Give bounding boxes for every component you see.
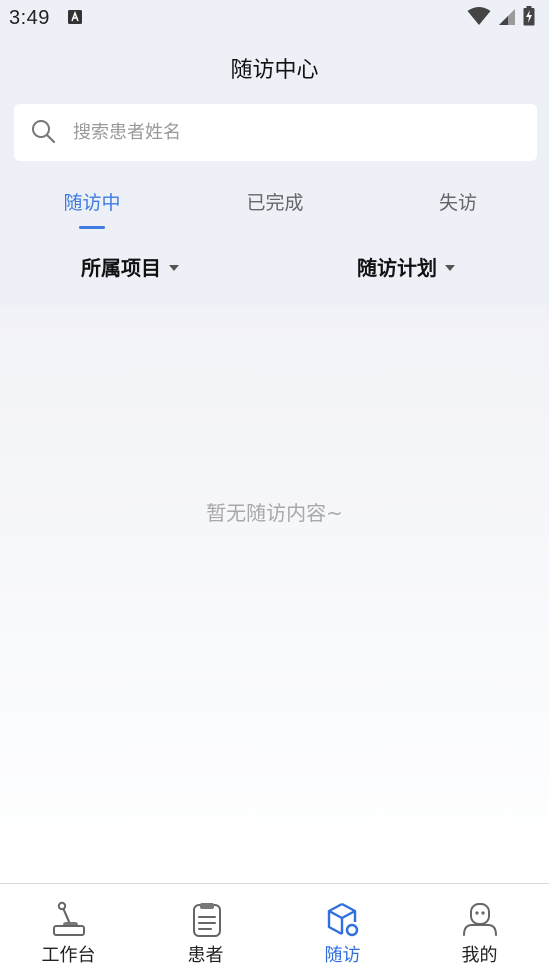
status-left: 3:49 — [9, 7, 82, 30]
caret-down-icon — [445, 264, 455, 271]
project-filter-dropdown[interactable]: 所属项目 — [81, 252, 179, 281]
caret-down-icon — [169, 264, 179, 271]
nav-item-mine[interactable]: 我的 — [411, 884, 548, 976]
empty-state-message: 暂无随访内容~ — [206, 501, 343, 525]
joystick-icon — [49, 900, 89, 940]
search-bar[interactable] — [14, 104, 537, 161]
nav-item-patients[interactable]: 患者 — [137, 884, 274, 976]
clipboard-icon — [186, 900, 226, 940]
filter-bar: 所属项目 随访计划 — [0, 252, 549, 286]
search-icon — [31, 119, 56, 147]
nav-label: 患者 — [187, 945, 224, 966]
follow-up-center-page: 3:49 随访中心 搜索患者姓名 随访中 已完成 失访 所属项目 随访计划 暂无… — [0, 0, 549, 976]
search-input[interactable] — [71, 121, 475, 144]
bottom-navigation: 工作台 患者 随访 我的 — [0, 883, 549, 976]
cube-icon — [323, 900, 363, 940]
tab-label: 失访 — [438, 192, 477, 214]
nav-item-workbench[interactable]: 工作台 — [0, 884, 137, 976]
signal-icon — [497, 6, 517, 30]
page-title: 随访中心 — [230, 58, 319, 83]
filter-label: 随访计划 — [357, 256, 437, 280]
nav-label: 随访 — [324, 945, 361, 966]
tab-label: 已完成 — [246, 192, 304, 214]
profile-icon — [460, 900, 500, 940]
wifi-icon — [467, 6, 491, 30]
tab-completed[interactable]: 已完成 — [215, 188, 335, 215]
tab-in-progress[interactable]: 随访中 — [32, 188, 152, 229]
tab-lost-follow-up[interactable]: 失访 — [398, 188, 518, 215]
nav-item-follow-up[interactable]: 随访 — [274, 884, 411, 976]
battery-charging-icon — [523, 6, 535, 30]
status-right — [467, 6, 535, 30]
nav-label: 我的 — [461, 945, 498, 966]
filter-label: 所属项目 — [81, 256, 161, 280]
plan-filter-dropdown[interactable]: 随访计划 — [357, 252, 455, 281]
nav-label: 工作台 — [41, 945, 96, 966]
active-tab-indicator — [79, 226, 105, 229]
status-bar: 3:49 — [0, 0, 549, 36]
status-tabs: 随访中 已完成 失访 — [0, 188, 549, 234]
keyboard-a-icon — [67, 9, 82, 28]
status-time: 3:49 — [9, 6, 50, 29]
tab-label: 随访中 — [63, 192, 121, 214]
